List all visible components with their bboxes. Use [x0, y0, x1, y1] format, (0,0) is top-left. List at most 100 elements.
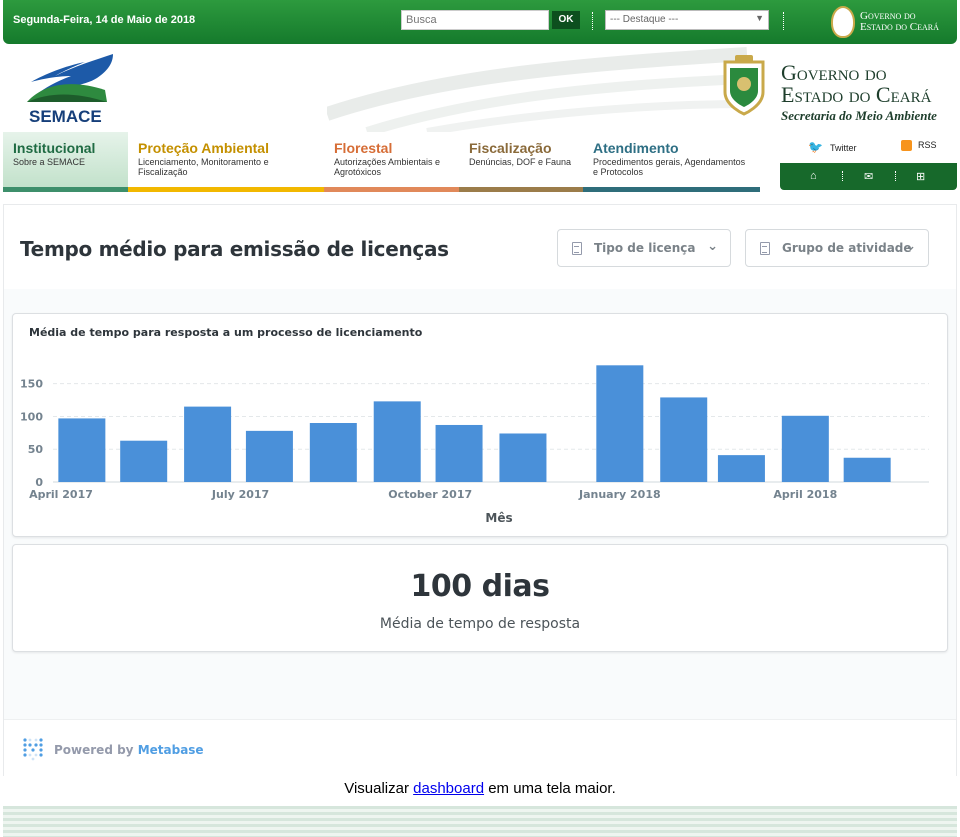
divider [783, 12, 784, 30]
gov-line3: Secretaria do Meio Ambiente [781, 108, 937, 123]
nav-item-title: Atendimento [593, 140, 679, 156]
gov-logo-small[interactable]: Governo do Estado do Ceará [860, 11, 939, 33]
quick-icon-bar: ⌂ ✉ ⊞ [780, 163, 957, 190]
home-icon[interactable]: ⌂ [810, 170, 817, 182]
filter-label: Tipo de licença [594, 241, 696, 255]
sitemap-icon[interactable]: ⊞ [916, 170, 925, 183]
chart-bar [596, 365, 644, 482]
dashboard-link[interactable]: dashboard [413, 780, 484, 797]
divider [842, 171, 843, 181]
nav-item-title: Institucional [13, 140, 96, 156]
nav-item-bar [459, 187, 583, 192]
nav-item-florestal[interactable]: Florestal Autorizações Ambientais e Agro… [324, 132, 459, 192]
number-value: 100 dias [410, 569, 550, 604]
chart-bar [184, 406, 232, 482]
destaque-selected-value: --- Destaque --- [610, 14, 679, 25]
y-tick-label: 50 [28, 443, 44, 456]
gov-line1: Governo do [781, 60, 887, 85]
semace-logo-text: SEMACE [29, 107, 102, 126]
twitter-link[interactable]: 🐦 Twitter [808, 140, 857, 154]
nav-item-bar [3, 187, 128, 192]
x-tick-label: January 2018 [578, 488, 661, 501]
x-tick-label: April 2018 [773, 488, 837, 501]
nav-item-subtitle: Sobre a SEMACE [13, 157, 86, 167]
nav-item-subtitle: Denúncias, DOF e Fauna [469, 157, 572, 167]
rss-label: RSS [918, 140, 937, 150]
chart-bar [660, 397, 708, 482]
nav-item-title: Florestal [334, 140, 393, 156]
nav-item-subtitle: Autorizações Ambientais e Agrotóxicos [334, 157, 441, 177]
filter-grupo-de-atividade[interactable]: Grupo de atividade ⌄ [745, 229, 929, 267]
chevron-down-icon: ⌄ [707, 239, 718, 254]
chart-bar [309, 423, 357, 482]
document-icon [760, 242, 770, 255]
search-ok-button[interactable]: OK [552, 11, 580, 29]
twitter-label: Twitter [830, 143, 857, 153]
y-tick-label: 150 [20, 378, 43, 391]
page-footer-stripes [3, 806, 957, 837]
site-header: SEMACE Governo do Estado do Ceará Secret… [3, 44, 957, 132]
bar-chart: 050100150April 2017 July 2017 October 2017… [20, 365, 929, 525]
nav-item-subtitle: Licenciamento, Monitoramento e Fiscaliza… [138, 157, 269, 177]
powered-by-text[interactable]: Powered by Metabase [54, 743, 204, 757]
chart-bar [373, 401, 421, 482]
nav-item-protecao-ambiental[interactable]: Proteção Ambiental Licenciamento, Monito… [128, 132, 324, 192]
top-bar: Segunda-Feira, 14 de Maio de 2018 OK ---… [3, 0, 957, 44]
y-tick-label: 100 [20, 410, 43, 423]
hint-after: em uma tela maior. [484, 780, 616, 797]
gov-line2: Estado do Ceará [781, 82, 932, 107]
chart-bar [717, 455, 765, 482]
fullscreen-hint: Visualizar dashboard em uma tela maior. [0, 780, 960, 797]
state-seal-icon [723, 55, 765, 116]
hint-before: Visualizar [344, 780, 414, 797]
filter-tipo-de-licenca[interactable]: Tipo de licença ⌄ [557, 229, 731, 267]
gov-logo[interactable]: Governo do Estado do Ceará Secretaria do… [781, 62, 937, 124]
nav-item-atendimento[interactable]: Atendimento Procedimentos gerais, Agenda… [583, 132, 760, 192]
chevron-down-icon: ⌄ [905, 239, 916, 254]
state-seal-icon [831, 6, 855, 38]
powered-by-label: Powered by [54, 743, 134, 757]
chart-bar [781, 415, 829, 482]
x-tick-label: July 2017 [211, 488, 269, 501]
chart-bar [843, 457, 891, 482]
nav-item-bar [128, 187, 324, 192]
divider [895, 171, 896, 181]
dashboard-header: Tempo médio para emissão de licenças Tip… [4, 205, 956, 289]
chart-card[interactable]: Média de tempo para resposta a um proces… [12, 313, 948, 537]
nav-item-bar [583, 187, 760, 192]
filter-label: Grupo de atividade [782, 241, 912, 255]
x-axis-label: Mês [485, 511, 512, 525]
dashboard-title: Tempo médio para emissão de licenças [20, 237, 449, 261]
powered-by-footer: Powered by Metabase [4, 719, 956, 776]
social-links: 🐦 Twitter RSS [760, 132, 957, 162]
metabase-logo-icon[interactable] [22, 737, 44, 761]
chart-bar [120, 440, 168, 482]
nav-item-institucional[interactable]: Institucional Sobre a SEMACE [3, 132, 128, 192]
chart-bar [245, 430, 293, 482]
chart-bar [435, 424, 483, 482]
number-label: Média de tempo de resposta [379, 616, 581, 632]
number-card[interactable]: 100 dias Média de tempo de resposta [12, 544, 948, 652]
rss-link[interactable]: RSS [901, 140, 937, 152]
chevron-down-icon: ▼ [755, 13, 764, 23]
nav-item-title: Proteção Ambiental [138, 140, 269, 156]
x-tick-label: April 2017 [29, 488, 93, 501]
semace-bird-icon [27, 54, 113, 102]
current-date: Segunda-Feira, 14 de Maio de 2018 [13, 14, 196, 26]
destaque-select[interactable]: --- Destaque --- ▼ [605, 10, 769, 30]
nav-item-fiscalizacao[interactable]: Fiscalização Denúncias, DOF e Fauna [459, 132, 583, 192]
divider [592, 12, 593, 30]
nav-item-subtitle: Procedimentos gerais, Agendamentos e Pro… [593, 157, 746, 177]
semace-logo[interactable]: SEMACE [25, 52, 117, 130]
mail-icon[interactable]: ✉ [864, 170, 873, 183]
x-tick-label: October 2017 [388, 488, 472, 501]
header-swoosh-decoration [327, 47, 747, 132]
metabase-brand: Metabase [137, 743, 204, 757]
rss-icon [901, 140, 912, 152]
document-icon [572, 242, 582, 255]
gov-small-line2: Estado do Ceará [860, 21, 939, 33]
twitter-bird-icon: 🐦 [808, 140, 823, 154]
chart-bar [58, 418, 106, 482]
embedded-dashboard: Tempo médio para emissão de licenças Tip… [3, 204, 957, 776]
search-input[interactable] [401, 10, 549, 30]
